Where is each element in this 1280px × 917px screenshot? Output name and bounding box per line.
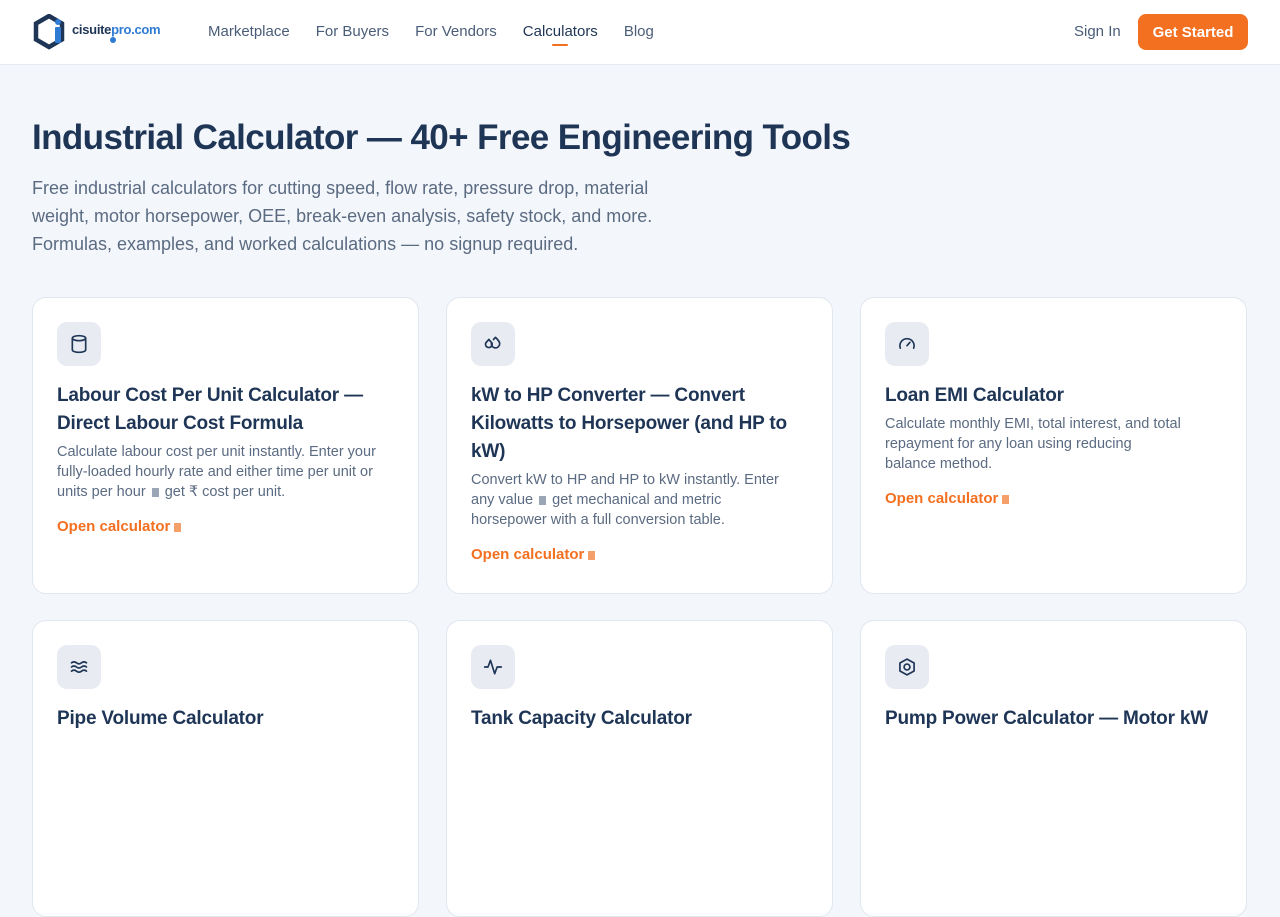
logo-dot-icon <box>110 37 116 43</box>
calculator-card-labour-cost[interactable]: Labour Cost Per Unit Calculator — Direct… <box>32 297 419 594</box>
card-title: kW to HP Converter — Convert Kilowatts t… <box>471 385 787 462</box>
open-calculator-link[interactable]: Open calculator <box>885 490 1010 507</box>
logo-hexagon-icon <box>33 14 65 50</box>
activity-icon <box>471 645 515 689</box>
nav-calculators[interactable]: Calculators <box>510 0 611 64</box>
calculator-card-kw-to-hp[interactable]: kW to HP Converter — Convert Kilowatts t… <box>446 297 833 594</box>
cisuitepro-logo[interactable]: cisuitepro.com <box>33 14 165 50</box>
nav-blog[interactable]: Blog <box>611 0 667 64</box>
card-title: Pump Power Calculator — Motor kW <box>885 708 1208 729</box>
arrow-right-icon <box>1002 495 1010 504</box>
arrow-glyph-icon <box>539 496 547 505</box>
open-calculator-link[interactable]: Open calculator <box>57 518 182 535</box>
hexagon-icon <box>885 645 929 689</box>
arrow-right-icon <box>174 523 182 532</box>
main-nav: Marketplace For Buyers For Vendors Calcu… <box>195 0 667 64</box>
logo-wordmark: cisuitepro.com <box>72 22 161 37</box>
card-description: Convert kW to HP and HP to kW instantly.… <box>471 470 801 530</box>
nav-for-buyers[interactable]: For Buyers <box>303 0 402 64</box>
calculator-card-tank-capacity[interactable]: Tank Capacity Calculator <box>446 620 833 917</box>
nav-marketplace[interactable]: Marketplace <box>195 0 303 64</box>
top-navbar: cisuitepro.com Marketplace For Buyers Fo… <box>0 0 1280 65</box>
droplets-icon <box>471 322 515 366</box>
nav-for-vendors[interactable]: For Vendors <box>402 0 510 64</box>
cylinder-icon <box>57 322 101 366</box>
calculator-card-pipe-volume[interactable]: Pipe Volume Calculator <box>32 620 419 917</box>
card-description: Calculate labour cost per unit instantly… <box>57 442 387 502</box>
calculator-card-pump-power[interactable]: Pump Power Calculator — Motor kW <box>860 620 1247 917</box>
open-calculator-label: Open calculator <box>885 490 999 507</box>
open-calculator-link[interactable]: Open calculator <box>471 546 596 563</box>
card-description: Calculate monthly EMI, total interest, a… <box>885 416 1181 472</box>
arrow-glyph-icon <box>151 488 159 497</box>
page-title: Industrial Calculator — 40+ Free Enginee… <box>32 118 851 157</box>
waves-icon <box>57 645 101 689</box>
page-subtitle: Free industrial calculators for cutting … <box>32 178 653 254</box>
card-title: Pipe Volume Calculator <box>57 708 264 729</box>
card-title: Tank Capacity Calculator <box>471 708 692 729</box>
card-description-tail: get ₹ cost per unit. <box>164 484 286 500</box>
card-title: Loan EMI Calculator <box>885 385 1064 406</box>
calculator-card-loan-emi[interactable]: Loan EMI Calculator Calculate monthly EM… <box>860 297 1247 594</box>
logo-brand: cisuite <box>72 22 112 37</box>
open-calculator-label: Open calculator <box>57 518 171 535</box>
sign-in-link[interactable]: Sign In <box>1074 0 1121 64</box>
card-title: Labour Cost Per Unit Calculator — Direct… <box>57 385 363 434</box>
gauge-icon <box>885 322 929 366</box>
open-calculator-label: Open calculator <box>471 546 585 563</box>
arrow-right-icon <box>588 551 596 560</box>
logo-domain: pro.com <box>111 22 161 37</box>
get-started-button[interactable]: Get Started <box>1138 14 1248 50</box>
